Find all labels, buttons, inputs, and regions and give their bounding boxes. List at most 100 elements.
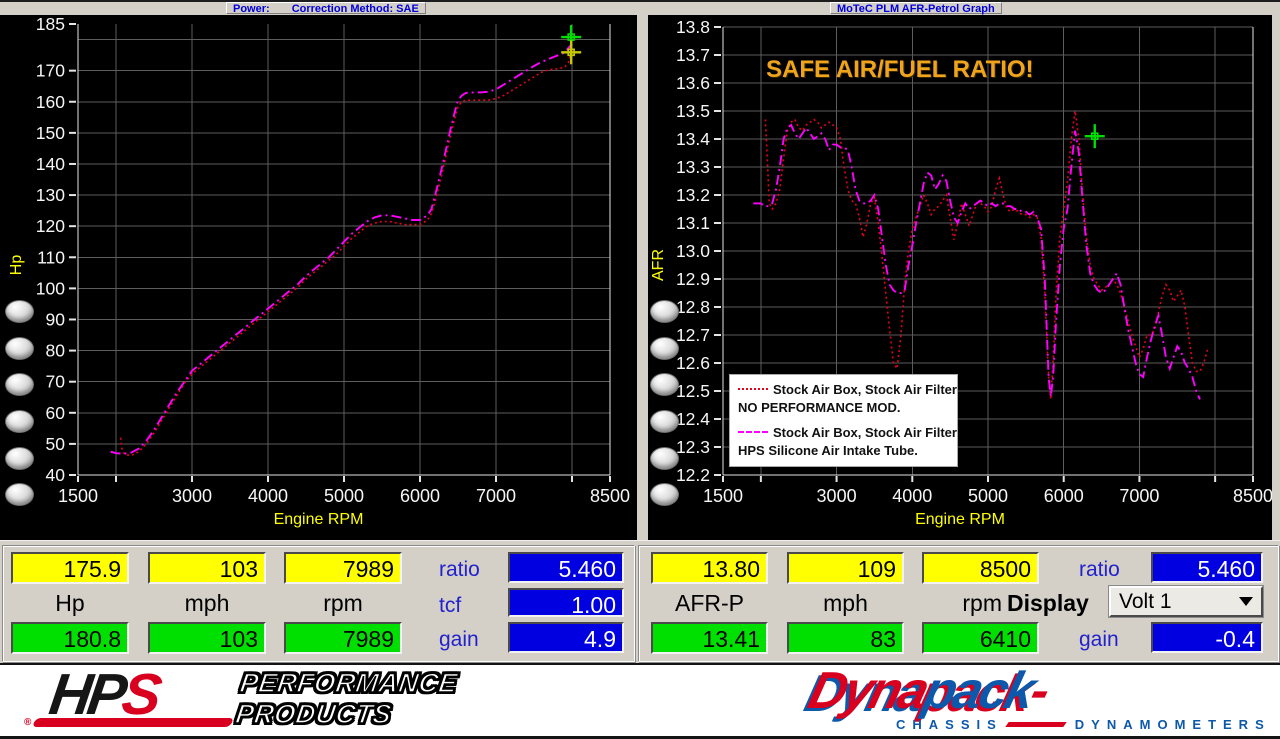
y-tick-label: 13.7	[676, 45, 710, 65]
safe-ratio-annotation: SAFE AIR/FUEL RATIO!	[766, 56, 1016, 84]
display-channel-value: Volt 1	[1119, 590, 1172, 614]
chart-side-button-8[interactable]	[650, 337, 679, 360]
display-channel-dropdown[interactable]: Volt 1	[1109, 586, 1263, 617]
y-tick-label: 150	[36, 123, 65, 143]
x-tick-label: 7000	[1119, 486, 1159, 506]
y-tick-label: 12.9	[676, 269, 710, 289]
y-tick-label: 50	[46, 434, 66, 454]
y-tick-label: 12.5	[676, 381, 710, 401]
afr-run1-readout: 13.80	[651, 552, 768, 584]
afr-run1-rpm-readout: 8500	[922, 552, 1039, 584]
dynapack-swoosh	[1005, 722, 1067, 727]
gridlines	[78, 24, 610, 475]
dynapack-subtitle: CHASSIS DYNAMOMETERS	[896, 717, 1271, 732]
y-tick-label: 100	[36, 278, 65, 298]
chart-side-button-2[interactable]	[5, 337, 34, 360]
legend-entry-stock-line2: NO PERFORMANCE MOD.	[738, 399, 957, 417]
x-tick-label: 7000	[476, 486, 516, 506]
power-x-axis-title: Engine RPM	[0, 511, 637, 529]
power-label: Power:	[233, 3, 270, 15]
y-tick-label: 70	[46, 372, 66, 392]
chart-side-button-9[interactable]	[650, 373, 679, 396]
y-tick-label: 13.6	[676, 73, 710, 93]
power-chart-panel: 1851701601501401301201101009080706050401…	[0, 15, 637, 540]
x-tick-label: 1500	[703, 486, 743, 506]
y-tick-label: 12.4	[676, 409, 710, 429]
stock-series-swatch	[738, 388, 768, 390]
power-y-axis-title: Hp	[8, 235, 28, 295]
chart-side-button-1[interactable]	[5, 300, 34, 323]
dynapack-dynamometers-text: DYNAMOMETERS	[1075, 717, 1271, 732]
chart-side-button-3[interactable]	[5, 373, 34, 396]
hps-series-swatch	[738, 431, 768, 433]
dyno-app-window: Power: Correction Method: SAE MoTeC PLM A…	[0, 0, 1280, 739]
afr-readout-group: 13.80 109 8500 ratio 5.460 AFR-P mph rpm…	[638, 545, 1279, 662]
chart-side-button-11[interactable]	[650, 447, 679, 470]
y-tick-label: 110	[37, 247, 65, 267]
power-run2-mph-readout: 103	[148, 622, 266, 654]
afr-run1-mph-readout: 109	[787, 552, 904, 584]
hps-tagline: PERFORMANCE PRODUCTS	[234, 668, 460, 730]
gain-label-right: gain	[1079, 628, 1119, 652]
afr-chart-panel: 13.813.713.613.513.413.313.213.113.012.9…	[648, 15, 1272, 540]
y-tick-label: 12.7	[676, 325, 710, 345]
x-tick-label: 6000	[1044, 486, 1084, 506]
x-tick-label: 3000	[817, 486, 857, 506]
chart-side-button-10[interactable]	[650, 410, 679, 433]
series-stock	[765, 111, 1207, 399]
x-tick-label: 4000	[892, 486, 932, 506]
y-tick-label: 40	[46, 465, 66, 485]
gain-value-left: 4.9	[508, 622, 624, 653]
readout-panel: 175.9 103 7989 ratio 5.460 Hp mph rpm tc…	[0, 540, 1280, 663]
hps-registered-mark: ®	[24, 717, 31, 728]
afr-run2-mph-readout: 83	[787, 622, 904, 654]
afr-title-cell: MoTeC PLM AFR-Petrol Graph	[830, 2, 1002, 14]
power-run2-rpm-readout: 7989	[284, 622, 402, 654]
afr-y-axis-title: AFR	[650, 235, 670, 295]
chart-side-button-12[interactable]	[650, 483, 679, 506]
power-readout-group: 175.9 103 7989 ratio 5.460 Hp mph rpm tc…	[2, 545, 635, 662]
power-run1-hp-readout: 175.9	[11, 552, 129, 584]
hps-logo: ® HPS PERFORMANCE PRODUCTS	[22, 667, 542, 733]
y-tick-label: 13.0	[676, 241, 710, 261]
series-hps	[753, 125, 1200, 399]
y-tick-label: 170	[36, 61, 65, 81]
y-tick-label: 12.8	[676, 297, 710, 317]
rpm-column-label-right: rpm	[944, 590, 1002, 618]
dynapack-chassis-text: CHASSIS	[896, 717, 1003, 732]
power-title-cell: Power: Correction Method: SAE	[226, 2, 426, 14]
cursor-crosshair[interactable]	[1085, 124, 1105, 148]
y-tick-label: 130	[36, 185, 65, 205]
tcf-label: tcf	[439, 594, 461, 618]
gain-label-left: gain	[439, 628, 479, 652]
chart-side-button-4[interactable]	[5, 410, 34, 433]
y-tick-label: 12.2	[676, 465, 710, 485]
gain-value-right: -0.4	[1151, 622, 1263, 653]
y-tick-label: 13.2	[676, 185, 710, 205]
rpm-column-label-left: rpm	[284, 590, 402, 618]
dynapack-wordmark: Dynapack-	[803, 661, 1054, 721]
y-tick-label: 80	[46, 341, 66, 361]
ratio-label-right: ratio	[1079, 558, 1120, 582]
display-label: Display	[1007, 590, 1107, 618]
chart-side-button-7[interactable]	[650, 300, 679, 323]
ratio-label-left: ratio	[439, 558, 480, 582]
titlebar: Power: Correction Method: SAE MoTeC PLM A…	[0, 2, 1280, 15]
cursor-crosshair[interactable]	[561, 40, 581, 64]
mph-column-label-left: mph	[148, 590, 266, 618]
x-tick-label: 8500	[1233, 486, 1272, 506]
dropdown-arrow-icon	[1239, 597, 1253, 606]
y-tick-label: 185	[36, 15, 65, 34]
afr-graph-title: MoTeC PLM AFR-Petrol Graph	[837, 3, 995, 15]
chart-side-button-6[interactable]	[5, 483, 34, 506]
y-tick-label: 60	[46, 403, 66, 423]
hps-wordmark: HPS	[46, 663, 162, 727]
y-tick-label: 13.5	[676, 101, 710, 121]
y-tick-label: 120	[36, 216, 65, 236]
x-tick-label: 1500	[58, 486, 98, 506]
x-tick-label: 3000	[172, 486, 212, 506]
series-legend: Stock Air Box, Stock Air Filter NO PERFO…	[729, 374, 958, 467]
correction-method-label: Correction Method: SAE	[292, 3, 419, 15]
chart-side-button-5[interactable]	[5, 447, 34, 470]
y-tick-label: 160	[36, 92, 65, 112]
